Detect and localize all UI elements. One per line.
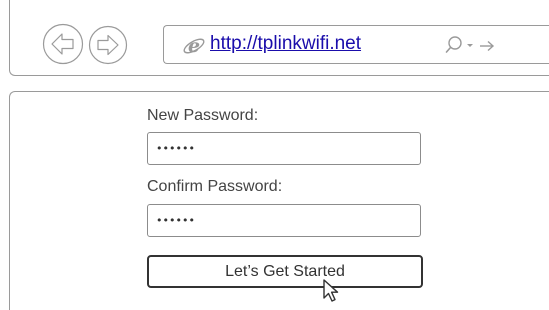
forward-arrow-icon [88, 25, 128, 65]
new-password-field[interactable]: •••••• [147, 132, 421, 165]
new-password-label: New Password: [147, 107, 259, 124]
internet-explorer-icon: e [183, 35, 205, 57]
search-icon[interactable] [445, 35, 463, 57]
lets-get-started-button[interactable]: Let’s Get Started [147, 255, 423, 288]
browser-toolbar: e http://tplinkwifi.net [9, 0, 549, 76]
back-arrow-icon [42, 23, 84, 65]
confirm-password-label: Confirm Password: [147, 178, 283, 195]
page-content: New Password: •••••• Confirm Password: •… [9, 91, 549, 310]
chevron-down-icon[interactable] [465, 38, 475, 52]
address-bar[interactable]: e http://tplinkwifi.net [163, 25, 549, 64]
url-link[interactable]: http://tplinkwifi.net [210, 33, 361, 55]
arrow-right-icon[interactable] [478, 37, 496, 55]
confirm-password-field[interactable]: •••••• [147, 204, 421, 237]
svg-text:e: e [188, 35, 200, 57]
forward-button[interactable] [88, 25, 128, 65]
back-button[interactable] [42, 23, 84, 65]
